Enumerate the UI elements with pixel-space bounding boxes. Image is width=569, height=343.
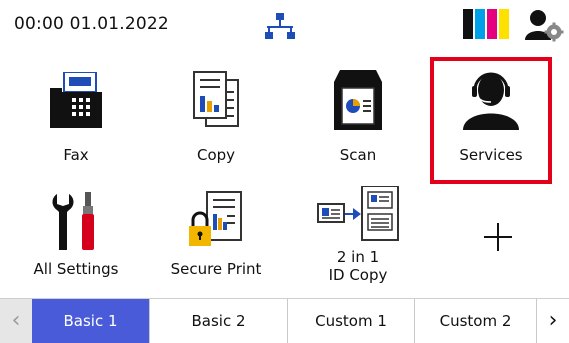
tile-scan[interactable]: Scan: [292, 58, 424, 176]
network-icon[interactable]: [264, 12, 296, 40]
user-settings-icon[interactable]: [524, 8, 564, 42]
highlight-frame: [430, 57, 552, 184]
tile-all-settings[interactable]: All Settings: [10, 186, 142, 286]
copy-icon: [193, 71, 239, 127]
tile-id-copy[interactable]: 2 in 1 ID Copy: [292, 186, 424, 286]
tab-basic-1[interactable]: Basic 1: [32, 299, 150, 343]
tab-bar: ‹ Basic 1 Basic 2 Custom 1 Custom 2 ›: [0, 298, 569, 343]
scan-icon: [334, 70, 382, 130]
tools-icon: [52, 192, 94, 250]
tile-label-line1: 2 in 1: [336, 248, 380, 266]
home-screen: 00:00 01.01.2022 Fax Copy Scan Services …: [0, 0, 569, 343]
date-time: 00:00 01.01.2022: [14, 14, 169, 34]
secure-print-icon: [189, 191, 242, 246]
tile-add-shortcut[interactable]: [432, 186, 564, 286]
tab-custom-1[interactable]: Custom 1: [288, 299, 415, 343]
add-icon: [484, 223, 512, 251]
tile-label: All Settings: [33, 260, 119, 278]
tile-secure-print[interactable]: Secure Print: [150, 186, 282, 286]
ink-levels-icon[interactable]: [463, 9, 509, 39]
tab-custom-2[interactable]: Custom 2: [415, 299, 537, 343]
tile-fax[interactable]: Fax: [10, 58, 142, 176]
tile-label-line2: ID Copy: [328, 266, 388, 284]
status-bar: 00:00 01.01.2022: [0, 0, 569, 50]
tile-copy[interactable]: Copy: [150, 58, 282, 176]
tab-basic-2[interactable]: Basic 2: [150, 299, 288, 343]
tab-scroll-left-button[interactable]: ‹: [0, 299, 32, 343]
id-copy-icon: [317, 186, 399, 241]
tile-label: Copy: [196, 146, 236, 164]
tile-label: Scan: [339, 146, 377, 164]
tile-label: Secure Print: [170, 260, 262, 278]
fax-icon: [50, 72, 102, 128]
tab-scroll-right-button[interactable]: ›: [537, 299, 569, 343]
tile-label: Fax: [63, 146, 89, 164]
